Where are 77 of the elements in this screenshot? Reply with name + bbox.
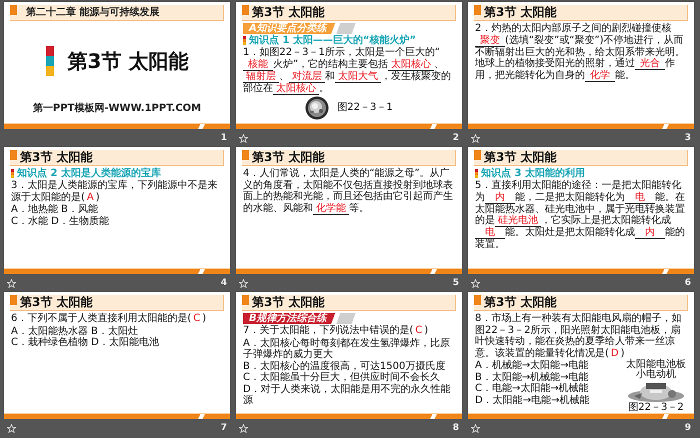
question-text: 4．人们常说，太阳是人类的“能源之母”。从广义的角度看，太阳能不仅包括直接投射到地球表面上的热能和光能，而且还包括由它引起而产生的水能、风能和 化学能 等。 [243,168,454,214]
slide-title: 第3节 太阳能 [484,5,557,20]
square-icon [474,295,481,305]
figure-label: 小电动机 [636,370,676,380]
slide-thumbnail[interactable]: 第3节 太阳能 知识点 2 太阳是人类能源的宝库 3．太阳是人类能源的宝库，下列能源中不是来源于太阳能的是( A ) A．地热能 B．风能 C．水能 D．生物质能 [4,147,230,274]
slide-thumbnail[interactable]: 第3节 太阳能 6．下列不属于人类直接利用太阳能的是( C ) A．太阳能热水器 B．太阳灶 C．栽种绿色植物 D．太阳能电池 [4,292,230,419]
slide-thumbnail[interactable]: 第3节 太阳能 B规律方法综合练 7．关于太阳能，下列说法中错误的是( C ) A．太阳核心每时每刻都在发生氢弹爆炸，比原子弹爆炸的威力更大 B．太阳核心的温度很高，可达1500万摄氏度 C．太阳能虽十分巨大，但供应时间不会长久 D．对于人类来说，太阳能是用不完的永久性能源 [236,292,462,419]
star-icon[interactable] [239,134,248,142]
slide-number: 1 [220,133,227,143]
star-icon[interactable] [471,134,480,142]
slide-thumbnail[interactable]: 第3节 太阳能 2．灼热的太阳内部原子之间的剧烈碰撞使核 聚变 (选填“裂变”或“聚变”)不停地进行，从而不断辐射出巨大的光和热，给太阳系带来光明。地球上的植物接受阳光的照射，通过 光合 作用，把光能转化为自身的 化学 能。 [468,2,694,129]
chapter-title: 第二十二章 能源与可持续发展 [25,5,160,20]
option-text: C．太阳能虽十分巨大，但供应时间不会长久 [243,372,441,384]
slide-number: 2 [452,133,459,143]
slide-thumbnail[interactable]: 第二十二章 能源与可持续发展 第3节 太阳能 第一PPT模板网-WWW.1PPT.COM [4,2,230,129]
star-icon[interactable] [239,278,248,288]
slide-number: 7 [220,423,227,433]
figure-caption: 图22－3－1 [337,102,393,113]
slide-number: 8 [452,423,459,433]
question-text: 1．如图22－3－1所示，太阳是一个巨大的“ 核能 火炉”，它的结构主要包括 太阳核心 、 辐射层 、 对流层 和 太阳大气 ，发生核聚变的部位在 太阳核心 。 [243,47,452,94]
square-icon [242,150,249,160]
option-text: A．地热能 B．风能 [11,204,99,216]
marker-icon [475,169,478,178]
star-icon[interactable] [7,424,16,432]
option-text: A．太阳能热水器 B．太阳灶 [11,326,139,336]
option-text: B．太阳能→机械能→电能 [475,372,590,382]
slide-title: 第3节 太阳能 [252,150,325,165]
slide-thumbnail[interactable]: 第3节 太阳能 A知识要点分类练 知识点 1 太阳——巨大的“核能火炉” 1．如图22－3－1所示，太阳是一个巨大的“ 核能 火炉”，它的结构主要包括 太阳核心 、 辐射层 、 对流层 和 太阳大气 ，发生核聚变的部位在 太阳核心 。 图22－3－1 [236,2,462,129]
option-text: C．电能→太阳能→机械能 [475,383,590,394]
figure-caption: 图22－3－2 [628,402,684,413]
question-text: 2．灼热的太阳内部原子之间的剧烈碰撞使核 聚变 (选填“裂变”或“聚变”)不停地进行，从而不断辐射出巨大的光和热，给太阳系带来光明。地球上的植物接受阳光的照射，通过 光合 作用，把光能转化为自身的 化学 能。 [475,23,686,82]
color-bars-icon [46,46,54,76]
footer-text: 第一PPT模板网-WWW.1PPT.COM [32,102,202,115]
slide-number: 5 [452,278,459,288]
slide-title: 第3节 太阳能 [20,150,93,165]
knowledge-point-label: 知识点 3 太阳能的利用 [481,168,585,179]
slide-thumbnail[interactable]: 第3节 太阳能 4．人们常说，太阳是人类的“能源之母”。从广义的角度看，太阳能不仅包括直接投射到地球表面上的热能和光能，而且还包括由它引起而产生的水能、风能和 化学能 等。 [236,147,462,274]
square-icon [242,295,249,305]
star-icon[interactable] [7,278,16,288]
square-icon [10,5,17,15]
square-icon [242,5,249,15]
option-text: C．栽种绿色植物 D．太阳能电池 [11,337,160,348]
question-text: 5．直接利用太阳能的途径：一是把太阳能转化为 内 能，二是把太阳能转化为 电 能。在太阳能热水器、硅光电池中，属于光电转换装置的是 硅光电池 ，它实际上是把太阳能转化成 电 能。太阳灶是把太阳能转化成 内 能的装置。 [475,180,686,250]
slide-number: 4 [220,278,227,288]
slide-thumbnail[interactable]: 第3节 太阳能 8．市场上有一种装有太阳能电风扇的帽子，如图22－3－2所示，阳光照射太阳能电池板，扇叶快速转动，能在炎热的夏季给人带来一丝凉意。该装置的能量转化情况是( D ) A．机械能→太阳能→电能 B．太阳能→机械能→电能 C．电能→太阳能→机械能 D．太阳能→电能→机械能 太阳能电池板 小电动机 图22－3－2 [468,292,694,419]
square-icon [474,150,481,160]
question-text: 6．下列不属于人类直接利用太阳能的是( C ) [11,313,208,324]
figure-label: 太阳能电池板 [626,360,686,370]
slide-thumbnail[interactable]: 第3节 太阳能 知识点 3 太阳能的利用 5．直接利用太阳能的途径：一是把太阳能转化为 内 能，二是把太阳能转化为 电 能。在太阳能热水器、硅光电池中，属于光电转换装置的是 硅光电池 ，它实际上是把太阳能转化成 电 能。太阳灶是把太阳能转化成 内 能的装置。 [468,147,694,274]
knowledge-point-label: 知识点 2 太阳是人类能源的宝库 [17,168,161,179]
slide-title: 第3节 太阳能 [252,295,325,310]
slide-number: 3 [684,133,691,143]
option-text: C．水能 D．生物质能 [11,216,110,227]
slide-title: 第3节 太阳能 [252,5,325,20]
square-icon [474,5,481,15]
square-icon [10,295,17,305]
option-text: B．太阳核心的温度很高，可达1500万摄氏度 [243,360,446,372]
slide-number: 6 [684,278,691,288]
star-icon[interactable] [239,424,248,432]
question-text: 3．太阳是人类能源的宝库，下列能源中不是来源于太阳能的是( A ) [11,180,218,203]
square-icon [10,150,17,160]
marker-icon [11,169,14,178]
option-text: D．对于人类来说，太阳能是用不完的永久性能源 [243,384,452,406]
question-text: 8．市场上有一种装有太阳能电风扇的帽子，如图22－3－2所示，阳光照射太阳能电池板，扇叶快速转动，能在炎热的夏季给人带来一丝凉意。该装置的能量转化情况是( D ) [475,313,682,358]
slide-title: 第3节 太阳能 [68,48,188,74]
question-text: 7．关于太阳能，下列说法中错误的是( C ) [243,325,430,336]
option-text: D．太阳能→电能→机械能 [475,394,590,406]
knowledge-point-label: 知识点 1 太阳——巨大的“核能火炉” [249,35,416,46]
option-text: A．机械能→太阳能→电能 [475,360,590,372]
slide-title: 第3节 太阳能 [20,295,93,310]
slide-title: 第3节 太阳能 [484,295,557,310]
slide-title: 第3节 太阳能 [484,150,557,165]
option-text: A．太阳核心每时每刻都在发生氢弹爆炸，比原子弹爆炸的威力更大 [243,338,451,360]
star-icon[interactable] [471,278,480,288]
star-icon[interactable] [471,424,480,432]
marker-icon [243,36,246,45]
slide-number: 9 [684,423,691,433]
